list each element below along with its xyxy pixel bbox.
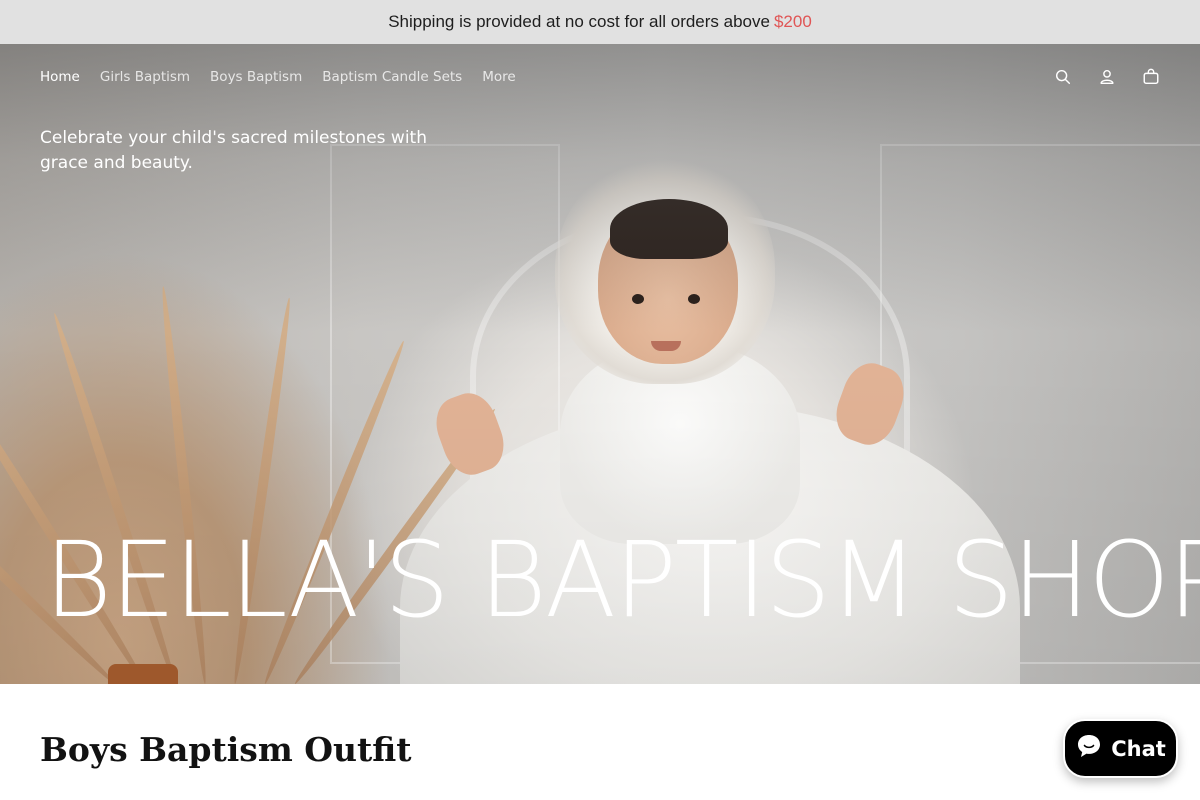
announcement-price: $200: [773, 12, 812, 31]
search-icon[interactable]: [1054, 68, 1072, 86]
section-title: Boys Baptism Outfit: [40, 730, 412, 769]
nav-links: Home Girls Baptism Boys Baptism Baptism …: [40, 69, 536, 85]
main-nav: Home Girls Baptism Boys Baptism Baptism …: [0, 44, 1200, 110]
account-icon[interactable]: [1098, 68, 1116, 86]
cart-icon[interactable]: [1142, 68, 1160, 86]
nav-link-girls-baptism[interactable]: Girls Baptism: [100, 69, 190, 85]
chat-label: Chat: [1111, 736, 1166, 761]
nav-link-home[interactable]: Home: [40, 69, 80, 85]
nav-link-baptism-candle-sets[interactable]: Baptism Candle Sets: [322, 69, 462, 85]
chat-button[interactable]: Chat: [1063, 719, 1178, 778]
hero-tagline: Celebrate your child's sacred milestones…: [40, 128, 427, 173]
nav-icons: [1054, 68, 1160, 86]
nav-link-more[interactable]: More: [482, 69, 515, 85]
chat-bubble-icon: [1075, 732, 1103, 765]
nav-link-boys-baptism[interactable]: Boys Baptism: [210, 69, 302, 85]
hero-title: BELLA'S BAPTISM SHOP: [44, 519, 1200, 641]
announcement-text: Shipping is provided at no cost for all …: [388, 12, 770, 31]
announcement-bar: Shipping is provided at no cost for all …: [0, 0, 1200, 44]
